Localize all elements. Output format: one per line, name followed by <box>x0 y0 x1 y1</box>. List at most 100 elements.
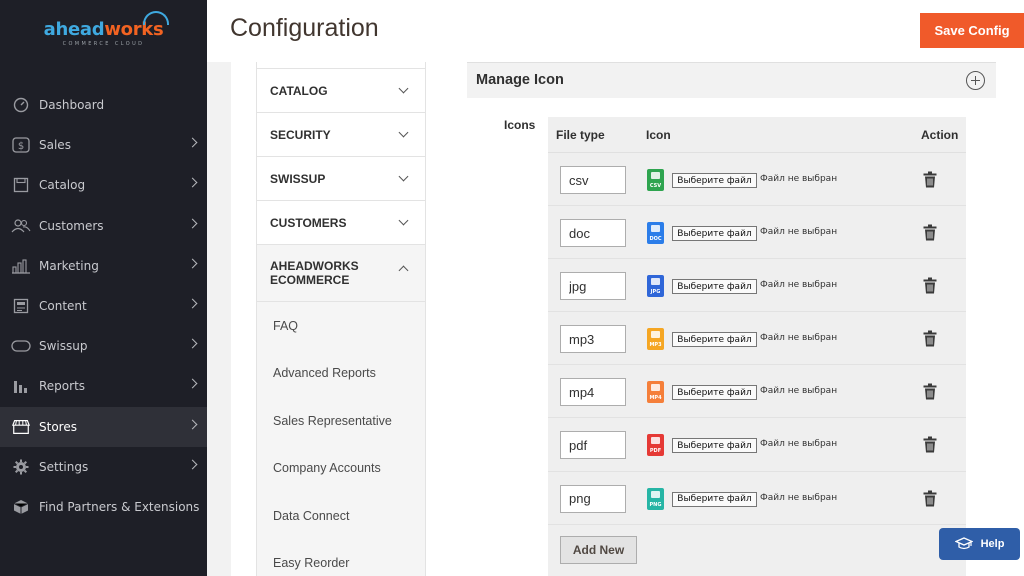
sidebar-item-customers[interactable]: Customers <box>0 206 207 246</box>
subtab-advanced-reports[interactable]: Advanced Reports <box>257 350 425 398</box>
tab-label: AHEADWORKS ECOMMERCE <box>270 259 359 287</box>
png-file-icon: PNG <box>647 487 664 510</box>
save-config-button[interactable]: Save Config <box>920 13 1024 48</box>
tab-label: SECURITY <box>270 127 331 142</box>
subtab-faq[interactable]: FAQ <box>257 302 425 350</box>
no-file-label: Файл не выбран <box>760 439 838 450</box>
file-type-input[interactable] <box>560 484 626 513</box>
choose-file-button[interactable]: Выберите файл <box>672 279 757 295</box>
subtab-easy-reorder[interactable]: Easy Reorder <box>257 540 425 576</box>
logo-subtitle: COMMERCE CLOUD <box>62 41 145 47</box>
sidebar-item-label: Catalog <box>39 178 86 193</box>
tab-customers[interactable]: CUSTOMERS <box>257 201 425 245</box>
subtab-sales-representative[interactable]: Sales Representative <box>257 397 425 445</box>
csv-file-icon: CSV <box>647 169 664 191</box>
tab-label: CUSTOMERS <box>270 215 347 230</box>
choose-file-button[interactable]: Выберите файл <box>672 491 757 507</box>
no-file-label: Файл не выбран <box>760 333 838 344</box>
file-type-input[interactable] <box>560 219 626 248</box>
header-action: Action <box>921 128 959 142</box>
file-type-input[interactable] <box>560 325 626 354</box>
table-row: JPG Выберите файл Файл не выбран <box>548 259 966 313</box>
chevron-down-icon <box>398 83 409 94</box>
settings-icon <box>11 457 31 477</box>
trash-icon[interactable] <box>923 224 939 242</box>
sidebar-item-label: Stores <box>39 419 77 434</box>
tab-swissup[interactable]: SWISSUP <box>257 157 425 201</box>
add-new-button[interactable]: Add New <box>560 536 637 564</box>
sidebar-item-swissup[interactable]: Swissup <box>0 326 207 366</box>
table-row: MP3 Выберите файл Файл не выбран <box>548 312 966 366</box>
logo-text: aheadworks <box>44 11 170 40</box>
sidebar-item-sales[interactable]: $ Sales <box>0 125 207 165</box>
sidebar-item-marketing[interactable]: Marketing <box>0 246 207 286</box>
table-row: DOC Выберите файл Файл не выбран <box>548 206 966 260</box>
help-button[interactable]: Help <box>939 528 1020 560</box>
choose-file-button[interactable]: Выберите файл <box>672 226 757 242</box>
sidebar-item-label: Sales <box>39 138 71 153</box>
customers-icon <box>11 216 31 236</box>
subtab-data-connect[interactable]: Data Connect <box>257 492 425 540</box>
tab-label: SWISSUP <box>270 171 326 186</box>
icons-field-label: Icons <box>504 118 536 132</box>
file-icon-mark <box>651 490 660 498</box>
table-row: CSV Выберите файл Файл не выбран <box>548 153 966 207</box>
trash-icon[interactable] <box>923 490 939 508</box>
choose-file-button[interactable]: Выберите файл <box>672 173 757 188</box>
file-ext-label: PNG <box>649 501 662 508</box>
content-icon <box>11 296 31 316</box>
file-icon-mark <box>651 437 660 445</box>
table-row: MP4 Выберите файл Файл не выбран <box>548 365 966 419</box>
file-ext-label: DOC <box>649 236 662 243</box>
manage-icon-section-header[interactable]: Manage Icon <box>467 62 996 98</box>
logo[interactable]: aheadworks COMMERCE CLOUD <box>0 0 207 62</box>
file-type-input[interactable] <box>560 166 626 194</box>
chevron-down-icon <box>398 215 409 226</box>
trash-icon[interactable] <box>923 277 939 295</box>
sidebar-item-catalog[interactable]: Catalog <box>0 165 207 205</box>
file-ext-label: CSV <box>649 183 662 189</box>
config-tabs: CATALOG SECURITY SWISSUP CUSTOMERS AHEAD… <box>256 62 426 576</box>
file-type-input[interactable] <box>560 378 626 407</box>
tab-label: CATALOG <box>270 83 328 98</box>
tab-security[interactable]: SECURITY <box>257 113 425 157</box>
help-label: Help <box>980 538 1005 550</box>
chevron-right-icon <box>187 218 198 229</box>
sidebar-item-dashboard[interactable]: Dashboard <box>0 85 207 125</box>
no-file-label: Файл не выбран <box>760 492 838 503</box>
no-file-label: Файл не выбран <box>760 227 838 238</box>
catalog-icon <box>11 175 31 195</box>
pdf-file-icon: PDF <box>647 434 664 457</box>
choose-file-button[interactable]: Выберите файл <box>672 385 757 401</box>
table-row: PNG Выберите файл Файл не выбран <box>548 472 966 525</box>
chevron-right-icon <box>187 459 198 470</box>
sidebar-item-content[interactable]: Content <box>0 286 207 326</box>
sidebar-item-settings[interactable]: Settings <box>0 447 207 487</box>
choose-file-button[interactable]: Выберите файл <box>672 332 757 348</box>
choose-file-button[interactable]: Выберите файл <box>672 438 757 454</box>
plus-circle-icon[interactable] <box>966 71 985 90</box>
file-type-input[interactable] <box>560 431 626 460</box>
subtab-company-accounts[interactable]: Company Accounts <box>257 445 425 493</box>
extensions-icon <box>11 497 31 517</box>
trash-icon[interactable] <box>923 436 939 454</box>
mp3-file-icon: MP3 <box>647 328 664 351</box>
file-icon-mark <box>651 278 660 286</box>
file-type-input[interactable] <box>560 272 626 301</box>
tab-catalog[interactable]: CATALOG <box>257 69 425 113</box>
chevron-down-icon <box>398 171 409 182</box>
sidebar-item-stores[interactable]: Stores <box>0 406 207 447</box>
trash-icon[interactable] <box>923 383 939 401</box>
sidebar-item-reports[interactable]: Reports <box>0 366 207 406</box>
jpg-file-icon: JPG <box>647 275 664 298</box>
file-icon-mark <box>651 331 660 339</box>
tab-aheadworks-ecommerce[interactable]: AHEADWORKS ECOMMERCE <box>257 245 425 302</box>
graduation-cap-icon <box>953 535 974 554</box>
trash-icon[interactable] <box>923 171 939 189</box>
chevron-up-icon <box>398 265 409 276</box>
tab-divider <box>257 62 425 69</box>
sidebar-item-extensions[interactable]: Find Partners & Extensions <box>0 487 207 527</box>
chevron-down-icon <box>398 127 409 138</box>
subtab-list: FAQ Advanced Reports Sales Representativ… <box>257 302 425 576</box>
trash-icon[interactable] <box>923 330 939 348</box>
